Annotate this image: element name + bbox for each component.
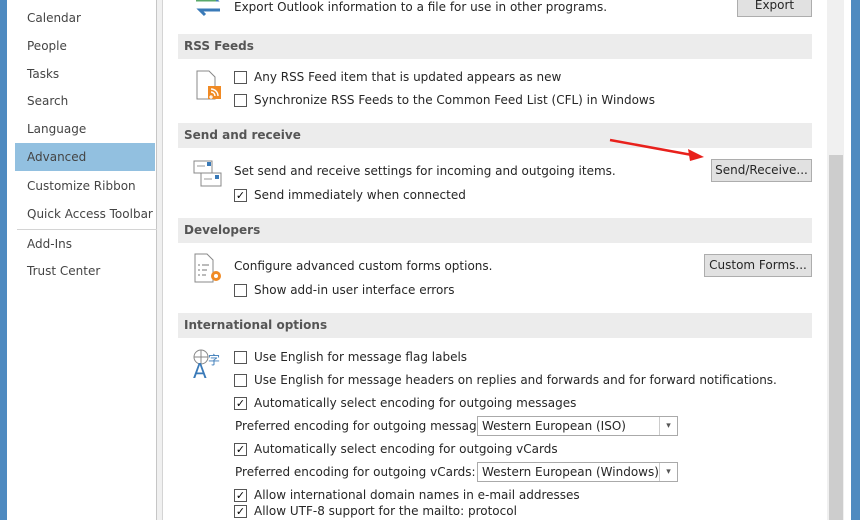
english-flag-labels-label: Use English for message flag labels: [254, 350, 468, 364]
english-headers-checkbox[interactable]: [234, 374, 247, 387]
send-immediately-checkbox[interactable]: ✓: [234, 189, 247, 202]
developers-description: Configure advanced custom forms options.: [234, 259, 493, 273]
sidebar-item-calendar[interactable]: Calendar: [15, 4, 155, 32]
red-annotation-arrow: [609, 138, 704, 161]
encoding-messages-value: Western European (ISO): [482, 419, 626, 433]
section-header-send-receive: Send and receive: [178, 123, 812, 148]
window-frame-left: [0, 0, 7, 520]
section-header-developers: Developers: [178, 218, 812, 243]
svg-text:字: 字: [208, 352, 220, 367]
export-button[interactable]: Export: [737, 0, 812, 17]
sidebar-item-people[interactable]: People: [15, 32, 155, 60]
scrollbar-thumb[interactable]: [829, 155, 843, 520]
language-translate-icon: A字: [193, 349, 220, 380]
rss-updated-as-new-checkbox[interactable]: [234, 71, 247, 84]
rss-sync-cfl-checkbox[interactable]: [234, 94, 247, 107]
sidebar-item-tasks[interactable]: Tasks: [15, 60, 155, 88]
pane-divider: [157, 0, 163, 520]
section-header-rss-feeds: RSS Feeds: [178, 34, 812, 59]
international-domain-names-checkbox[interactable]: ✓: [234, 489, 247, 502]
rss-updated-as-new-label: Any RSS Feed item that is updated appear…: [254, 70, 562, 84]
sidebar-item-add-ins[interactable]: Add-Ins: [15, 230, 155, 258]
custom-forms-button[interactable]: Custom Forms...: [704, 254, 812, 277]
section-header-international: International options: [178, 313, 812, 338]
advanced-options-pane: Export Outlook information to a file for…: [164, 0, 826, 520]
show-addin-errors-label: Show add-in user interface errors: [254, 283, 455, 297]
auto-encoding-messages-checkbox[interactable]: ✓: [234, 397, 247, 410]
svg-text:A: A: [193, 359, 207, 380]
english-flag-labels-checkbox[interactable]: [234, 351, 247, 364]
auto-encoding-vcards-checkbox[interactable]: ✓: [234, 443, 247, 456]
sidebar-item-quick-access-toolbar[interactable]: Quick Access Toolbar: [15, 200, 155, 228]
encoding-vcards-value: Western European (Windows): [482, 465, 659, 479]
rss-sync-cfl-label: Synchronize RSS Feeds to the Common Feed…: [254, 93, 655, 107]
english-headers-label: Use English for message headers on repli…: [254, 373, 777, 387]
preferred-encoding-vcards-select[interactable]: Western European (Windows) ▾: [477, 462, 678, 482]
utf8-mailto-checkbox[interactable]: ✓: [234, 505, 247, 518]
custom-forms-gear-icon: [194, 253, 221, 283]
auto-encoding-messages-label: Automatically select encoding for outgoi…: [254, 396, 577, 410]
preferred-encoding-messages-label: Preferred encoding for outgoing messages…: [235, 419, 495, 433]
export-arrows-icon: [196, 0, 220, 17]
chevron-down-icon[interactable]: ▾: [659, 463, 677, 481]
preferred-encoding-vcards-label: Preferred encoding for outgoing vCards:: [235, 465, 476, 479]
sidebar-item-trust-center[interactable]: Trust Center: [15, 257, 155, 285]
sidebar-item-language[interactable]: Language: [15, 115, 155, 143]
auto-encoding-vcards-label: Automatically select encoding for outgoi…: [254, 442, 558, 456]
utf8-mailto-label: Allow UTF-8 support for the mailto: prot…: [254, 504, 517, 518]
send-receive-icon: [193, 160, 222, 187]
sidebar-item-customize-ribbon[interactable]: Customize Ribbon: [15, 172, 155, 200]
preferred-encoding-messages-select[interactable]: Western European (ISO) ▾: [477, 416, 678, 436]
rss-feed-icon: [196, 70, 221, 100]
options-sidebar: Calendar People Tasks Search Language Ad…: [7, 0, 157, 520]
show-addin-errors-checkbox[interactable]: [234, 284, 247, 297]
sidebar-item-advanced[interactable]: Advanced: [15, 143, 155, 171]
send-receive-button[interactable]: Send/Receive...: [711, 159, 812, 182]
export-description: Export Outlook information to a file for…: [234, 0, 608, 14]
international-domain-names-label: Allow international domain names in e-ma…: [254, 488, 580, 502]
chevron-down-icon[interactable]: ▾: [659, 417, 677, 435]
sidebar-item-search[interactable]: Search: [15, 87, 155, 115]
send-immediately-label: Send immediately when connected: [254, 188, 466, 202]
window-frame-right: [851, 0, 860, 520]
send-receive-description: Set send and receive settings for incomi…: [234, 164, 616, 178]
